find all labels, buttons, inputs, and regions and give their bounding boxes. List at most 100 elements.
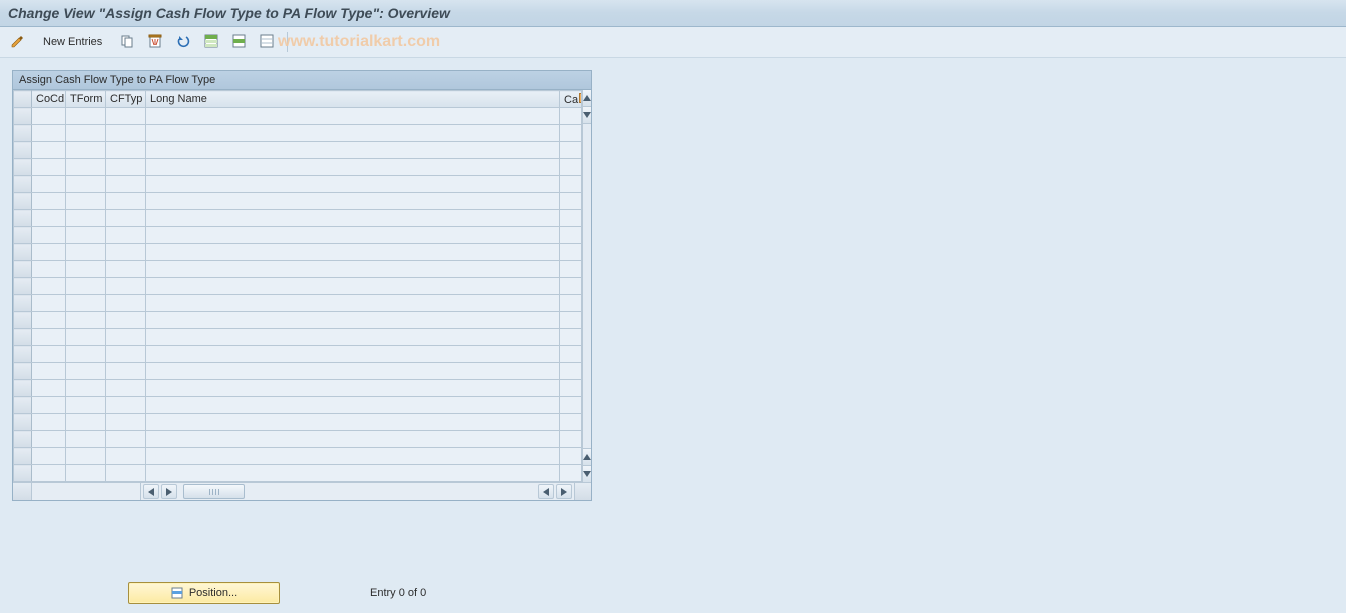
cell-extra[interactable] xyxy=(560,414,582,431)
row-selector[interactable] xyxy=(14,295,32,312)
cell-long_name[interactable] xyxy=(146,380,560,397)
select-block-button[interactable] xyxy=(227,30,251,54)
cell-long_name[interactable] xyxy=(146,329,560,346)
cell-cocd[interactable] xyxy=(32,210,66,227)
hscroll-right-button-2[interactable] xyxy=(556,484,572,499)
cell-cftyp[interactable] xyxy=(106,142,146,159)
table-row[interactable] xyxy=(14,159,582,176)
table-row[interactable] xyxy=(14,431,582,448)
cell-tform[interactable] xyxy=(66,465,106,482)
cell-extra[interactable] xyxy=(560,312,582,329)
cell-cftyp[interactable] xyxy=(106,465,146,482)
cell-extra[interactable] xyxy=(560,244,582,261)
cell-long_name[interactable] xyxy=(146,108,560,125)
cell-cocd[interactable] xyxy=(32,295,66,312)
cell-extra[interactable] xyxy=(560,176,582,193)
hscroll-right-button[interactable] xyxy=(161,484,177,499)
cell-long_name[interactable] xyxy=(146,227,560,244)
vertical-scrollbar[interactable] xyxy=(582,90,591,482)
cell-cftyp[interactable] xyxy=(106,414,146,431)
row-selector[interactable] xyxy=(14,380,32,397)
cell-tform[interactable] xyxy=(66,346,106,363)
cell-tform[interactable] xyxy=(66,380,106,397)
cell-long_name[interactable] xyxy=(146,363,560,380)
cell-long_name[interactable] xyxy=(146,176,560,193)
new-entries-button[interactable]: New Entries xyxy=(34,30,111,54)
scroll-up-button-2[interactable] xyxy=(583,448,591,465)
cell-long_name[interactable] xyxy=(146,261,560,278)
cell-extra[interactable] xyxy=(560,363,582,380)
cell-cftyp[interactable] xyxy=(106,176,146,193)
cell-cftyp[interactable] xyxy=(106,244,146,261)
cell-cocd[interactable] xyxy=(32,176,66,193)
scroll-up-button[interactable] xyxy=(583,90,591,107)
cell-cftyp[interactable] xyxy=(106,125,146,142)
table-row[interactable] xyxy=(14,108,582,125)
row-selector[interactable] xyxy=(14,346,32,363)
cell-tform[interactable] xyxy=(66,431,106,448)
cell-cocd[interactable] xyxy=(32,414,66,431)
cell-tform[interactable] xyxy=(66,397,106,414)
cell-long_name[interactable] xyxy=(146,448,560,465)
row-selector[interactable] xyxy=(14,108,32,125)
cell-cftyp[interactable] xyxy=(106,278,146,295)
hscroll-left-button-2[interactable] xyxy=(538,484,554,499)
cell-cocd[interactable] xyxy=(32,380,66,397)
row-selector[interactable] xyxy=(14,176,32,193)
cell-extra[interactable] xyxy=(560,465,582,482)
select-all-button[interactable] xyxy=(199,30,223,54)
table-row[interactable] xyxy=(14,193,582,210)
cell-cocd[interactable] xyxy=(32,397,66,414)
cell-extra[interactable] xyxy=(560,329,582,346)
cell-long_name[interactable] xyxy=(146,414,560,431)
cell-tform[interactable] xyxy=(66,414,106,431)
cell-tform[interactable] xyxy=(66,210,106,227)
cell-extra[interactable] xyxy=(560,380,582,397)
row-selector[interactable] xyxy=(14,431,32,448)
row-selector[interactable] xyxy=(14,193,32,210)
cell-cocd[interactable] xyxy=(32,346,66,363)
table-row[interactable] xyxy=(14,125,582,142)
cell-cocd[interactable] xyxy=(32,465,66,482)
cell-tform[interactable] xyxy=(66,278,106,295)
cell-cftyp[interactable] xyxy=(106,312,146,329)
cell-cocd[interactable] xyxy=(32,193,66,210)
cell-long_name[interactable] xyxy=(146,125,560,142)
cell-cocd[interactable] xyxy=(32,329,66,346)
cell-cocd[interactable] xyxy=(32,108,66,125)
cell-cftyp[interactable] xyxy=(106,295,146,312)
cell-cftyp[interactable] xyxy=(106,448,146,465)
col-header-cocd[interactable]: CoCd xyxy=(32,91,66,108)
cell-cftyp[interactable] xyxy=(106,380,146,397)
row-selector[interactable] xyxy=(14,448,32,465)
cell-extra[interactable] xyxy=(560,261,582,278)
cell-extra[interactable] xyxy=(560,397,582,414)
cell-cocd[interactable] xyxy=(32,278,66,295)
row-selector[interactable] xyxy=(14,244,32,261)
cell-tform[interactable] xyxy=(66,108,106,125)
col-header-long-name[interactable]: Long Name xyxy=(146,91,560,108)
hscroll-thumb[interactable] xyxy=(183,484,245,499)
cell-tform[interactable] xyxy=(66,329,106,346)
cell-cftyp[interactable] xyxy=(106,159,146,176)
col-header-extra[interactable]: Ca xyxy=(560,91,582,108)
cell-extra[interactable] xyxy=(560,431,582,448)
cell-cocd[interactable] xyxy=(32,159,66,176)
table-row[interactable] xyxy=(14,397,582,414)
table-row[interactable] xyxy=(14,210,582,227)
cell-extra[interactable] xyxy=(560,125,582,142)
toggle-display-change-button[interactable] xyxy=(6,30,30,54)
cell-cocd[interactable] xyxy=(32,227,66,244)
cell-tform[interactable] xyxy=(66,363,106,380)
cell-long_name[interactable] xyxy=(146,159,560,176)
cell-cocd[interactable] xyxy=(32,244,66,261)
cell-long_name[interactable] xyxy=(146,295,560,312)
table-row[interactable] xyxy=(14,227,582,244)
cell-extra[interactable] xyxy=(560,108,582,125)
cell-cftyp[interactable] xyxy=(106,261,146,278)
table-row[interactable] xyxy=(14,142,582,159)
row-selector[interactable] xyxy=(14,329,32,346)
row-selector[interactable] xyxy=(14,363,32,380)
copy-as-button[interactable] xyxy=(115,30,139,54)
scroll-down-button[interactable] xyxy=(583,107,591,124)
